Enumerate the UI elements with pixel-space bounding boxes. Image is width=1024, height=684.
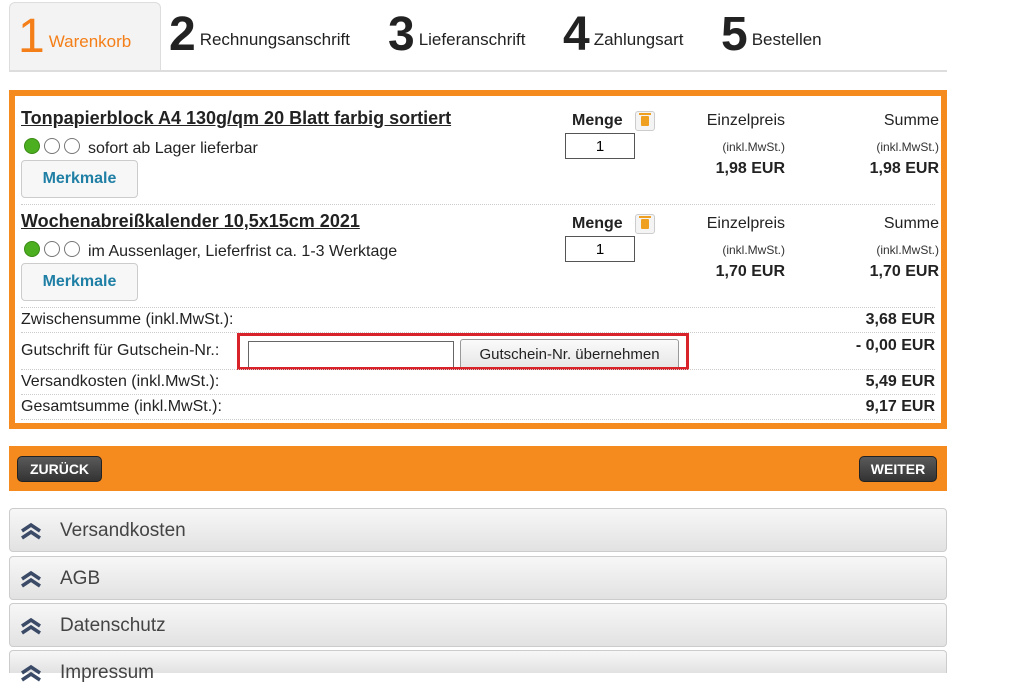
checkout-steps: 1 Warenkorb 2 Rechnungsanschrift 3 Liefe… — [9, 2, 947, 72]
step-number: 3 — [388, 8, 415, 61]
merkmale-button[interactable]: Merkmale — [21, 160, 138, 198]
availability-dot-green-icon — [24, 138, 40, 154]
subtotal-row: Zwischensumme (inkl.MwSt.): 3,68 EUR — [21, 308, 935, 332]
step-rechnungsanschrift[interactable]: 2 Rechnungsanschrift — [169, 2, 350, 68]
inkl-mwst-label: (inkl.MwSt.) — [876, 140, 939, 154]
cart-item: Wochenabreißkalender 10,5x15cm 2021 im A… — [21, 211, 939, 307]
item-title[interactable]: Tonpapierblock A4 130g/qm 20 Blatt farbi… — [21, 108, 451, 129]
voucher-label: Gutschrift für Gutschein-Nr.: — [21, 342, 220, 359]
total-row: Gesamtsumme (inkl.MwSt.): 9,17 EUR — [21, 395, 935, 419]
accordion-label: Impressum — [60, 662, 154, 683]
step-zahlungsart[interactable]: 4 Zahlungsart — [563, 2, 683, 68]
einzelpreis-label: Einzelpreis — [706, 215, 785, 232]
quantity-input[interactable] — [565, 133, 635, 159]
double-chevron-up-icon — [21, 617, 41, 635]
trash-icon[interactable] — [635, 111, 655, 131]
voucher-input[interactable] — [248, 341, 454, 368]
availability: im Aussenlager, Lieferfrist ca. 1-3 Werk… — [24, 237, 397, 261]
availability: sofort ab Lager lieferbar — [24, 134, 258, 158]
step-bestellen[interactable]: 5 Bestellen — [721, 2, 822, 68]
accordion-versandkosten[interactable]: Versandkosten — [9, 508, 947, 552]
double-chevron-up-icon — [21, 664, 41, 682]
step-label: Lieferanschrift — [418, 30, 526, 49]
inkl-mwst-label: (inkl.MwSt.) — [722, 140, 785, 154]
item-total: 1,70 EUR — [869, 263, 939, 280]
divider — [21, 204, 935, 205]
total-label: Gesamtsumme (inkl.MwSt.): — [21, 398, 222, 415]
step-number: 2 — [169, 8, 196, 61]
item-title[interactable]: Wochenabreißkalender 10,5x15cm 2021 — [21, 211, 360, 232]
double-chevron-up-icon — [21, 570, 41, 588]
menge-label: Menge — [572, 112, 623, 129]
step-number: 1 — [18, 9, 45, 63]
back-button[interactable]: ZURÜCK — [17, 456, 102, 482]
cart-item: Tonpapierblock A4 130g/qm 20 Blatt farbi… — [21, 108, 939, 204]
divider — [21, 419, 935, 420]
step-label: Rechnungsanschrift — [199, 30, 350, 49]
availability-dot-empty-icon — [64, 138, 80, 154]
subtotal-label: Zwischensumme (inkl.MwSt.): — [21, 311, 234, 328]
unit-price: 1,98 EUR — [715, 160, 785, 177]
apply-voucher-button[interactable]: Gutschein-Nr. übernehmen — [460, 339, 679, 370]
availability-dot-empty-icon — [44, 241, 60, 257]
availability-dot-empty-icon — [64, 241, 80, 257]
accordion-datenschutz[interactable]: Datenschutz — [9, 603, 947, 647]
double-chevron-up-icon — [21, 522, 41, 540]
accordion-label: Versandkosten — [60, 520, 186, 541]
step-number: 4 — [563, 8, 590, 61]
availability-dot-green-icon — [24, 241, 40, 257]
step-label: Warenkorb — [48, 31, 132, 51]
item-total: 1,98 EUR — [869, 160, 939, 177]
shipping-label: Versandkosten (inkl.MwSt.): — [21, 373, 220, 390]
cart-box: Tonpapierblock A4 130g/qm 20 Blatt farbi… — [9, 90, 947, 429]
total-value: 9,17 EUR — [865, 398, 935, 415]
summe-label: Summe — [883, 215, 939, 232]
inkl-mwst-label: (inkl.MwSt.) — [722, 243, 785, 257]
accordion-label: AGB — [60, 568, 101, 589]
shipping-row: Versandkosten (inkl.MwSt.): 5,49 EUR — [21, 370, 935, 394]
quantity-input[interactable] — [565, 236, 635, 262]
step-warenkorb[interactable]: 1 Warenkorb — [9, 2, 161, 70]
merkmale-button[interactable]: Merkmale — [21, 263, 138, 301]
einzelpreis-label: Einzelpreis — [706, 112, 785, 129]
step-label: Zahlungsart — [593, 30, 684, 49]
accordion-impressum[interactable]: Impressum — [9, 650, 947, 683]
step-label: Bestellen — [751, 30, 822, 49]
step-lieferanschrift[interactable]: 3 Lieferanschrift — [388, 2, 525, 68]
menge-label: Menge — [572, 215, 623, 232]
availability-text: sofort ab Lager lieferbar — [88, 140, 258, 157]
unit-price: 1,70 EUR — [715, 263, 785, 280]
voucher-amount: - 0,00 EUR — [855, 337, 935, 354]
availability-dot-empty-icon — [44, 138, 60, 154]
subtotal-value: 3,68 EUR — [865, 311, 935, 328]
shipping-value: 5,49 EUR — [865, 373, 935, 390]
summe-label: Summe — [883, 112, 939, 129]
availability-text: im Aussenlager, Lieferfrist ca. 1-3 Werk… — [88, 243, 398, 260]
next-button[interactable]: WEITER — [859, 456, 937, 482]
accordion-agb[interactable]: AGB — [9, 556, 947, 600]
trash-icon[interactable] — [635, 214, 655, 234]
inkl-mwst-label: (inkl.MwSt.) — [876, 243, 939, 257]
step-number: 5 — [721, 8, 748, 61]
navigation-bar: ZURÜCK WEITER — [9, 446, 947, 491]
accordion-label: Datenschutz — [60, 615, 166, 636]
